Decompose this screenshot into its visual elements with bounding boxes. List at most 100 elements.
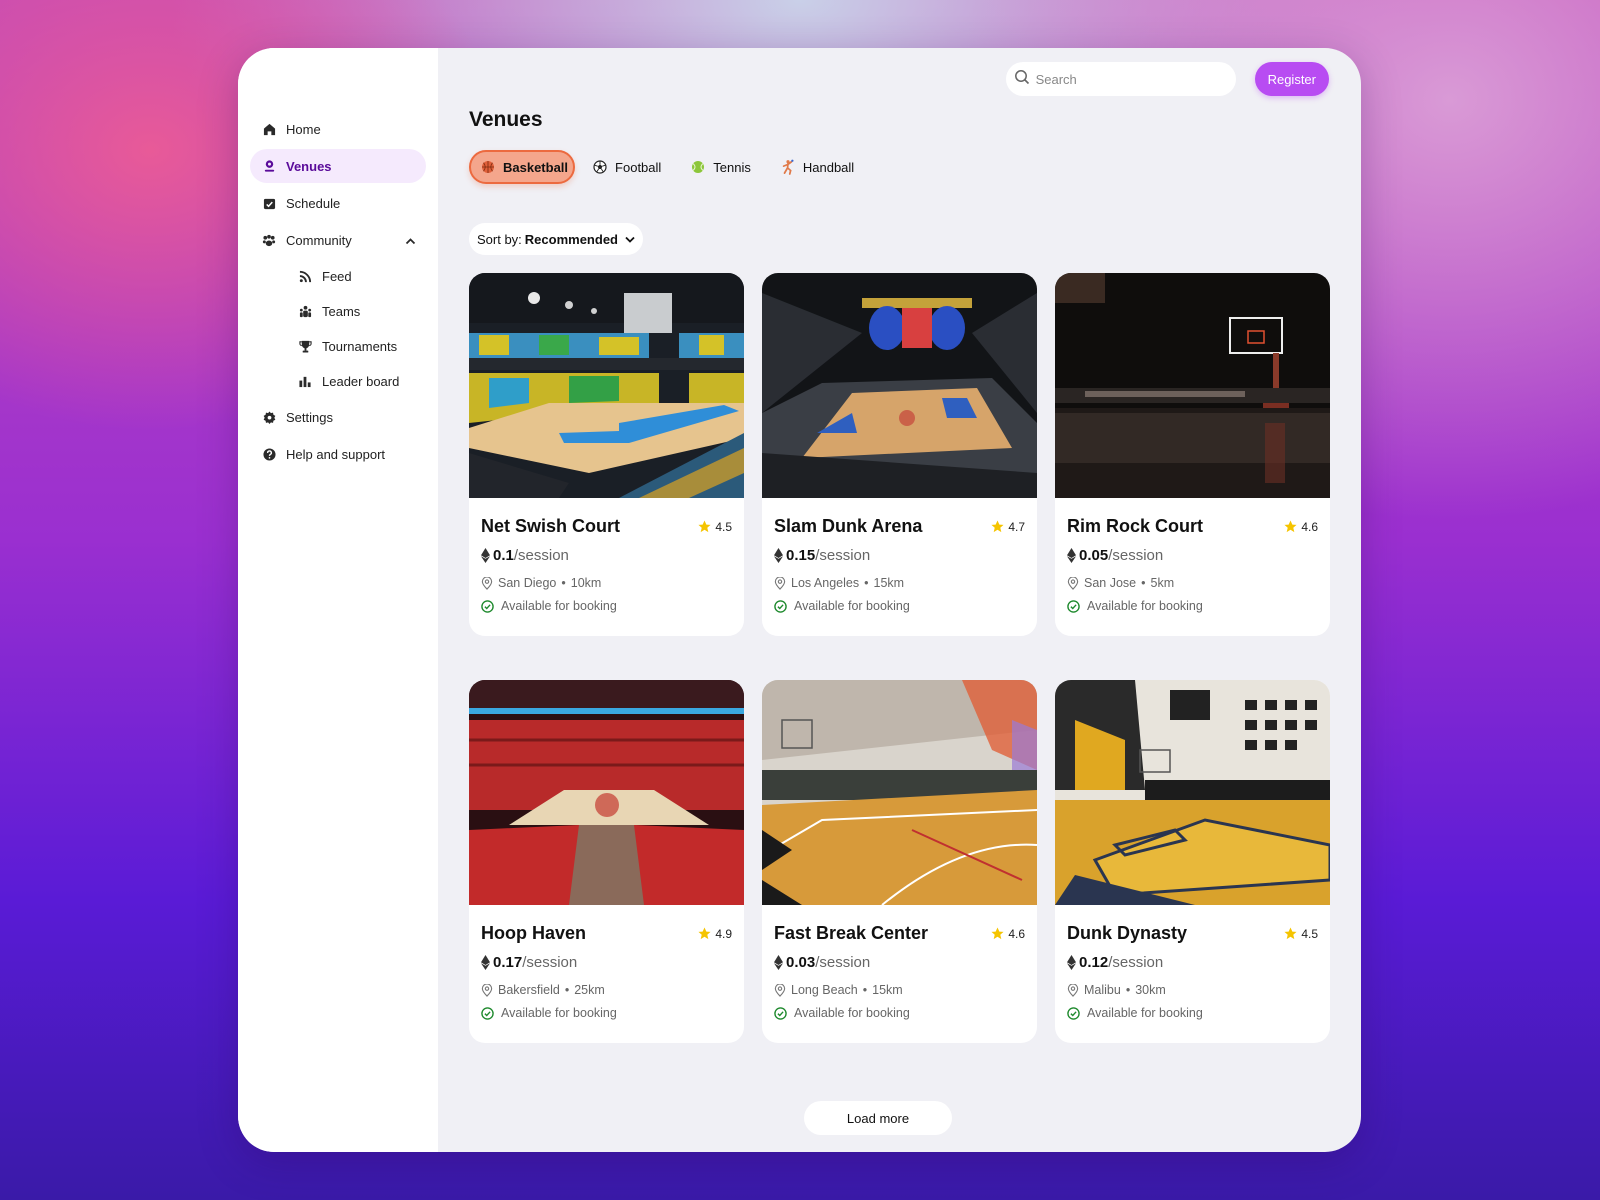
star-icon <box>698 927 711 940</box>
venue-name: Slam Dunk Arena <box>774 516 923 536</box>
sidebar-item-label: Feed <box>322 269 352 284</box>
chevron-down-icon <box>625 236 635 243</box>
availability-status: Available for booking <box>774 599 1025 613</box>
basketball-icon <box>481 160 495 174</box>
venue-rating: 4.5 <box>1284 927 1318 941</box>
search-box[interactable] <box>1005 62 1236 96</box>
location-pin-icon <box>481 983 493 997</box>
venue-card[interactable]: Rim Rock Court 4.6 0.05/session San Jose… <box>1055 273 1330 636</box>
sidebar-subitem-tournaments[interactable]: Tournaments <box>250 330 426 363</box>
sidebar-item-label: Venues <box>286 158 332 174</box>
sidebar-subitem-feed[interactable]: Feed <box>250 260 426 293</box>
sidebar-item-label: Teams <box>322 304 361 319</box>
check-circle-icon <box>481 1006 494 1020</box>
sidebar-item-home[interactable]: Home <box>250 112 426 146</box>
venue-photo <box>762 273 1037 498</box>
venue-card[interactable]: Dunk Dynasty 4.5 0.12/session Malibu • 30k… <box>1055 680 1330 1043</box>
venue-card[interactable]: Fast Break Center 4.6 0.03/session Long … <box>762 680 1037 1043</box>
trophy-icon <box>298 340 312 354</box>
sidebar-item-venues[interactable]: Venues <box>250 149 426 183</box>
ethereum-icon <box>774 955 783 970</box>
check-circle-icon <box>1067 599 1080 613</box>
sidebar-item-schedule[interactable]: Schedule <box>250 186 426 220</box>
venue-price: 0.05/session <box>1067 547 1318 564</box>
load-more-button[interactable]: Load more <box>804 1101 952 1135</box>
search-input[interactable] <box>1035 71 1226 87</box>
location-pin-icon <box>774 576 786 590</box>
chevron-up-icon[interactable] <box>405 233 416 248</box>
venue-card[interactable]: Net Swish Court 4.5 0.1/session San Dieg… <box>469 273 744 636</box>
sidebar-item-label: Home <box>286 121 321 137</box>
venue-price: 0.15/session <box>774 547 1025 564</box>
calendar-check-icon <box>262 196 276 210</box>
register-button[interactable]: Register <box>1254 62 1329 96</box>
check-circle-icon <box>774 1006 787 1020</box>
sidebar-subitem-leaderboard[interactable]: Leader board <box>250 365 426 398</box>
venue-rating: 4.9 <box>698 927 732 941</box>
venue-pin-icon <box>262 159 276 173</box>
availability-status: Available for booking <box>774 1006 1025 1020</box>
venue-location: San Diego • 10km <box>481 576 732 590</box>
venue-name: Net Swish Court <box>481 516 621 536</box>
sort-dropdown[interactable]: Sort by: Recommended <box>469 223 643 255</box>
venue-price: 0.1/session <box>481 547 732 564</box>
venue-location: Long Beach • 15km <box>774 983 1025 997</box>
venue-rating: 4.5 <box>698 520 732 534</box>
location-pin-icon <box>1067 983 1079 997</box>
location-pin-icon <box>774 983 786 997</box>
sidebar-item-label: Settings <box>286 409 333 425</box>
location-pin-icon <box>1067 576 1079 590</box>
sidebar-item-label: Leader board <box>322 374 400 389</box>
venue-photo <box>1055 273 1330 498</box>
star-icon <box>698 520 711 533</box>
venue-rating: 4.6 <box>1284 520 1318 534</box>
venue-name: Rim Rock Court <box>1067 516 1204 536</box>
sort-value: Recommended <box>524 231 618 247</box>
sidebar-item-community[interactable]: Community <box>250 223 426 257</box>
check-circle-icon <box>1067 1006 1080 1020</box>
venue-rating: 4.7 <box>991 520 1025 534</box>
football-icon <box>593 160 607 174</box>
availability-status: Available for booking <box>1067 599 1318 613</box>
star-icon <box>1284 927 1297 940</box>
venue-location: Bakersfield • 25km <box>481 983 732 997</box>
sidebar-item-label: Community <box>286 232 352 248</box>
venue-name: Fast Break Center <box>774 923 929 943</box>
sidebar-item-help[interactable]: Help and support <box>250 437 426 471</box>
tab-football[interactable]: Football <box>581 150 673 184</box>
venue-photo <box>1055 680 1330 905</box>
handball-player-icon <box>781 159 795 175</box>
star-icon <box>991 520 1004 533</box>
venue-rating: 4.6 <box>991 927 1025 941</box>
check-circle-icon <box>774 599 787 613</box>
venue-price: 0.12/session <box>1067 954 1318 971</box>
availability-status: Available for booking <box>481 599 732 613</box>
venue-grid: Net Swish Court 4.5 0.1/session San Dieg… <box>469 273 1330 1043</box>
tennis-ball-icon <box>691 160 705 174</box>
venue-card[interactable]: Slam Dunk Arena 4.7 0.15/session Los Ang… <box>762 273 1037 636</box>
tab-handball[interactable]: Handball <box>769 150 866 184</box>
ethereum-icon <box>481 548 490 563</box>
ethereum-icon <box>1067 548 1076 563</box>
community-icon <box>262 233 276 247</box>
sidebar-item-label: Schedule <box>286 195 341 211</box>
main-content: Register Venues Basketball Football Te <box>438 48 1361 1152</box>
venue-photo <box>762 680 1037 905</box>
rss-icon <box>298 270 312 284</box>
venue-card[interactable]: Hoop Haven 4.9 0.17/session Bakersfield •… <box>469 680 744 1043</box>
check-circle-icon <box>481 599 494 613</box>
sidebar-item-label: Help and support <box>286 446 386 462</box>
star-icon <box>1284 520 1297 533</box>
search-icon <box>1014 69 1030 90</box>
sport-tabs: Basketball Football Tennis Handball <box>469 150 866 184</box>
tab-label: Football <box>615 159 662 175</box>
sidebar-item-settings[interactable]: Settings <box>250 400 426 434</box>
venue-location: Los Angeles • 15km <box>774 576 1025 590</box>
tab-basketball[interactable]: Basketball <box>469 150 576 184</box>
availability-status: Available for booking <box>1067 1006 1318 1020</box>
tab-label: Tennis <box>713 159 751 175</box>
ethereum-icon <box>774 548 783 563</box>
tab-tennis[interactable]: Tennis <box>679 150 763 184</box>
help-icon <box>262 447 276 461</box>
sidebar-subitem-teams[interactable]: Teams <box>250 295 426 328</box>
